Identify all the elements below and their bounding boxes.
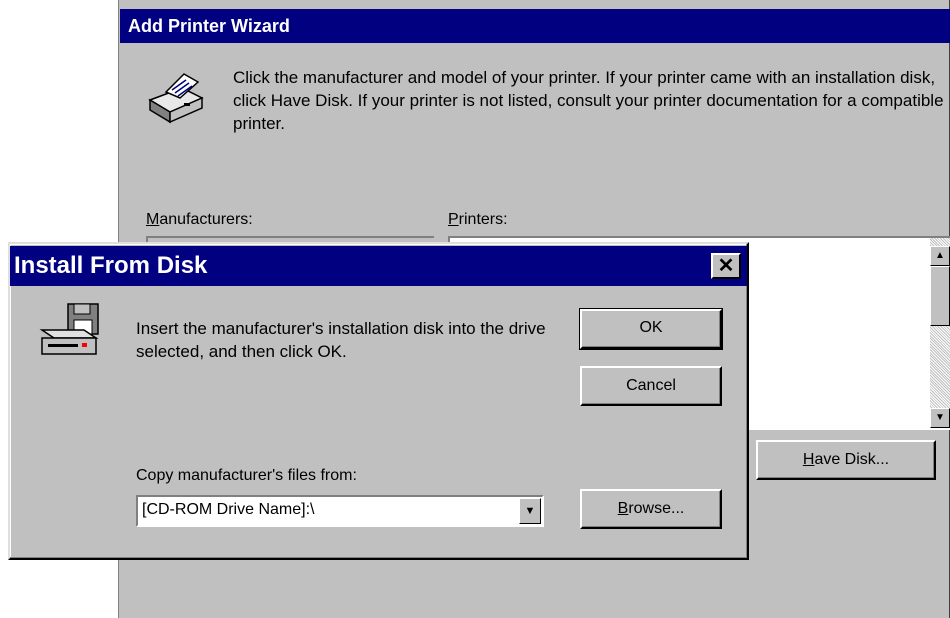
have-disk-label: ave Disk... bbox=[814, 451, 890, 468]
have-disk-mnemonic: H bbox=[802, 451, 815, 468]
scroll-up-button[interactable]: ▲ bbox=[930, 246, 950, 266]
dialog-title: Install From Disk bbox=[14, 252, 208, 279]
printers-scrollbar[interactable]: ▲ ▼ bbox=[930, 238, 950, 428]
dialog-message: Insert the manufacturer's installation d… bbox=[136, 319, 546, 361]
copy-files-combobox[interactable]: [CD-ROM Drive Name]:\ ▼ bbox=[136, 495, 544, 527]
copy-files-label: Copy manufacturer's files from: bbox=[136, 467, 357, 484]
dialog-title-bar: Install From Disk ✕ bbox=[10, 246, 747, 286]
browse-button[interactable]: Browse... bbox=[580, 489, 722, 529]
cancel-button[interactable]: Cancel bbox=[580, 366, 722, 406]
ok-button[interactable]: OK bbox=[579, 308, 723, 350]
printers-label-mnemonic: P bbox=[448, 211, 459, 228]
browse-mnemonic: B bbox=[617, 500, 629, 517]
install-from-disk-dialog: Install From Disk ✕ Insert the manufactu… bbox=[8, 242, 749, 560]
manufacturers-label: Manufacturers: bbox=[146, 211, 253, 229]
wizard-title-bar: Add Printer Wizard bbox=[120, 9, 950, 43]
printers-label: Printers: bbox=[448, 211, 508, 229]
have-disk-button[interactable]: Have Disk... bbox=[756, 440, 936, 480]
manufacturers-label-text: anufacturers: bbox=[159, 211, 253, 228]
scroll-thumb[interactable] bbox=[930, 266, 950, 326]
disk-drive-icon bbox=[38, 300, 102, 362]
browse-label: rowse... bbox=[628, 500, 685, 517]
close-icon: ✕ bbox=[717, 255, 735, 277]
chevron-down-icon[interactable]: ▼ bbox=[519, 498, 541, 524]
printer-icon bbox=[142, 70, 208, 128]
manufacturers-label-mnemonic: M bbox=[146, 211, 160, 228]
close-button[interactable]: ✕ bbox=[711, 253, 741, 279]
scroll-down-button[interactable]: ▼ bbox=[930, 408, 950, 428]
wizard-instructions: Click the manufacturer and model of your… bbox=[233, 68, 944, 133]
copy-files-value[interactable]: [CD-ROM Drive Name]:\ bbox=[142, 501, 314, 519]
printers-label-text: rinters: bbox=[458, 211, 508, 228]
